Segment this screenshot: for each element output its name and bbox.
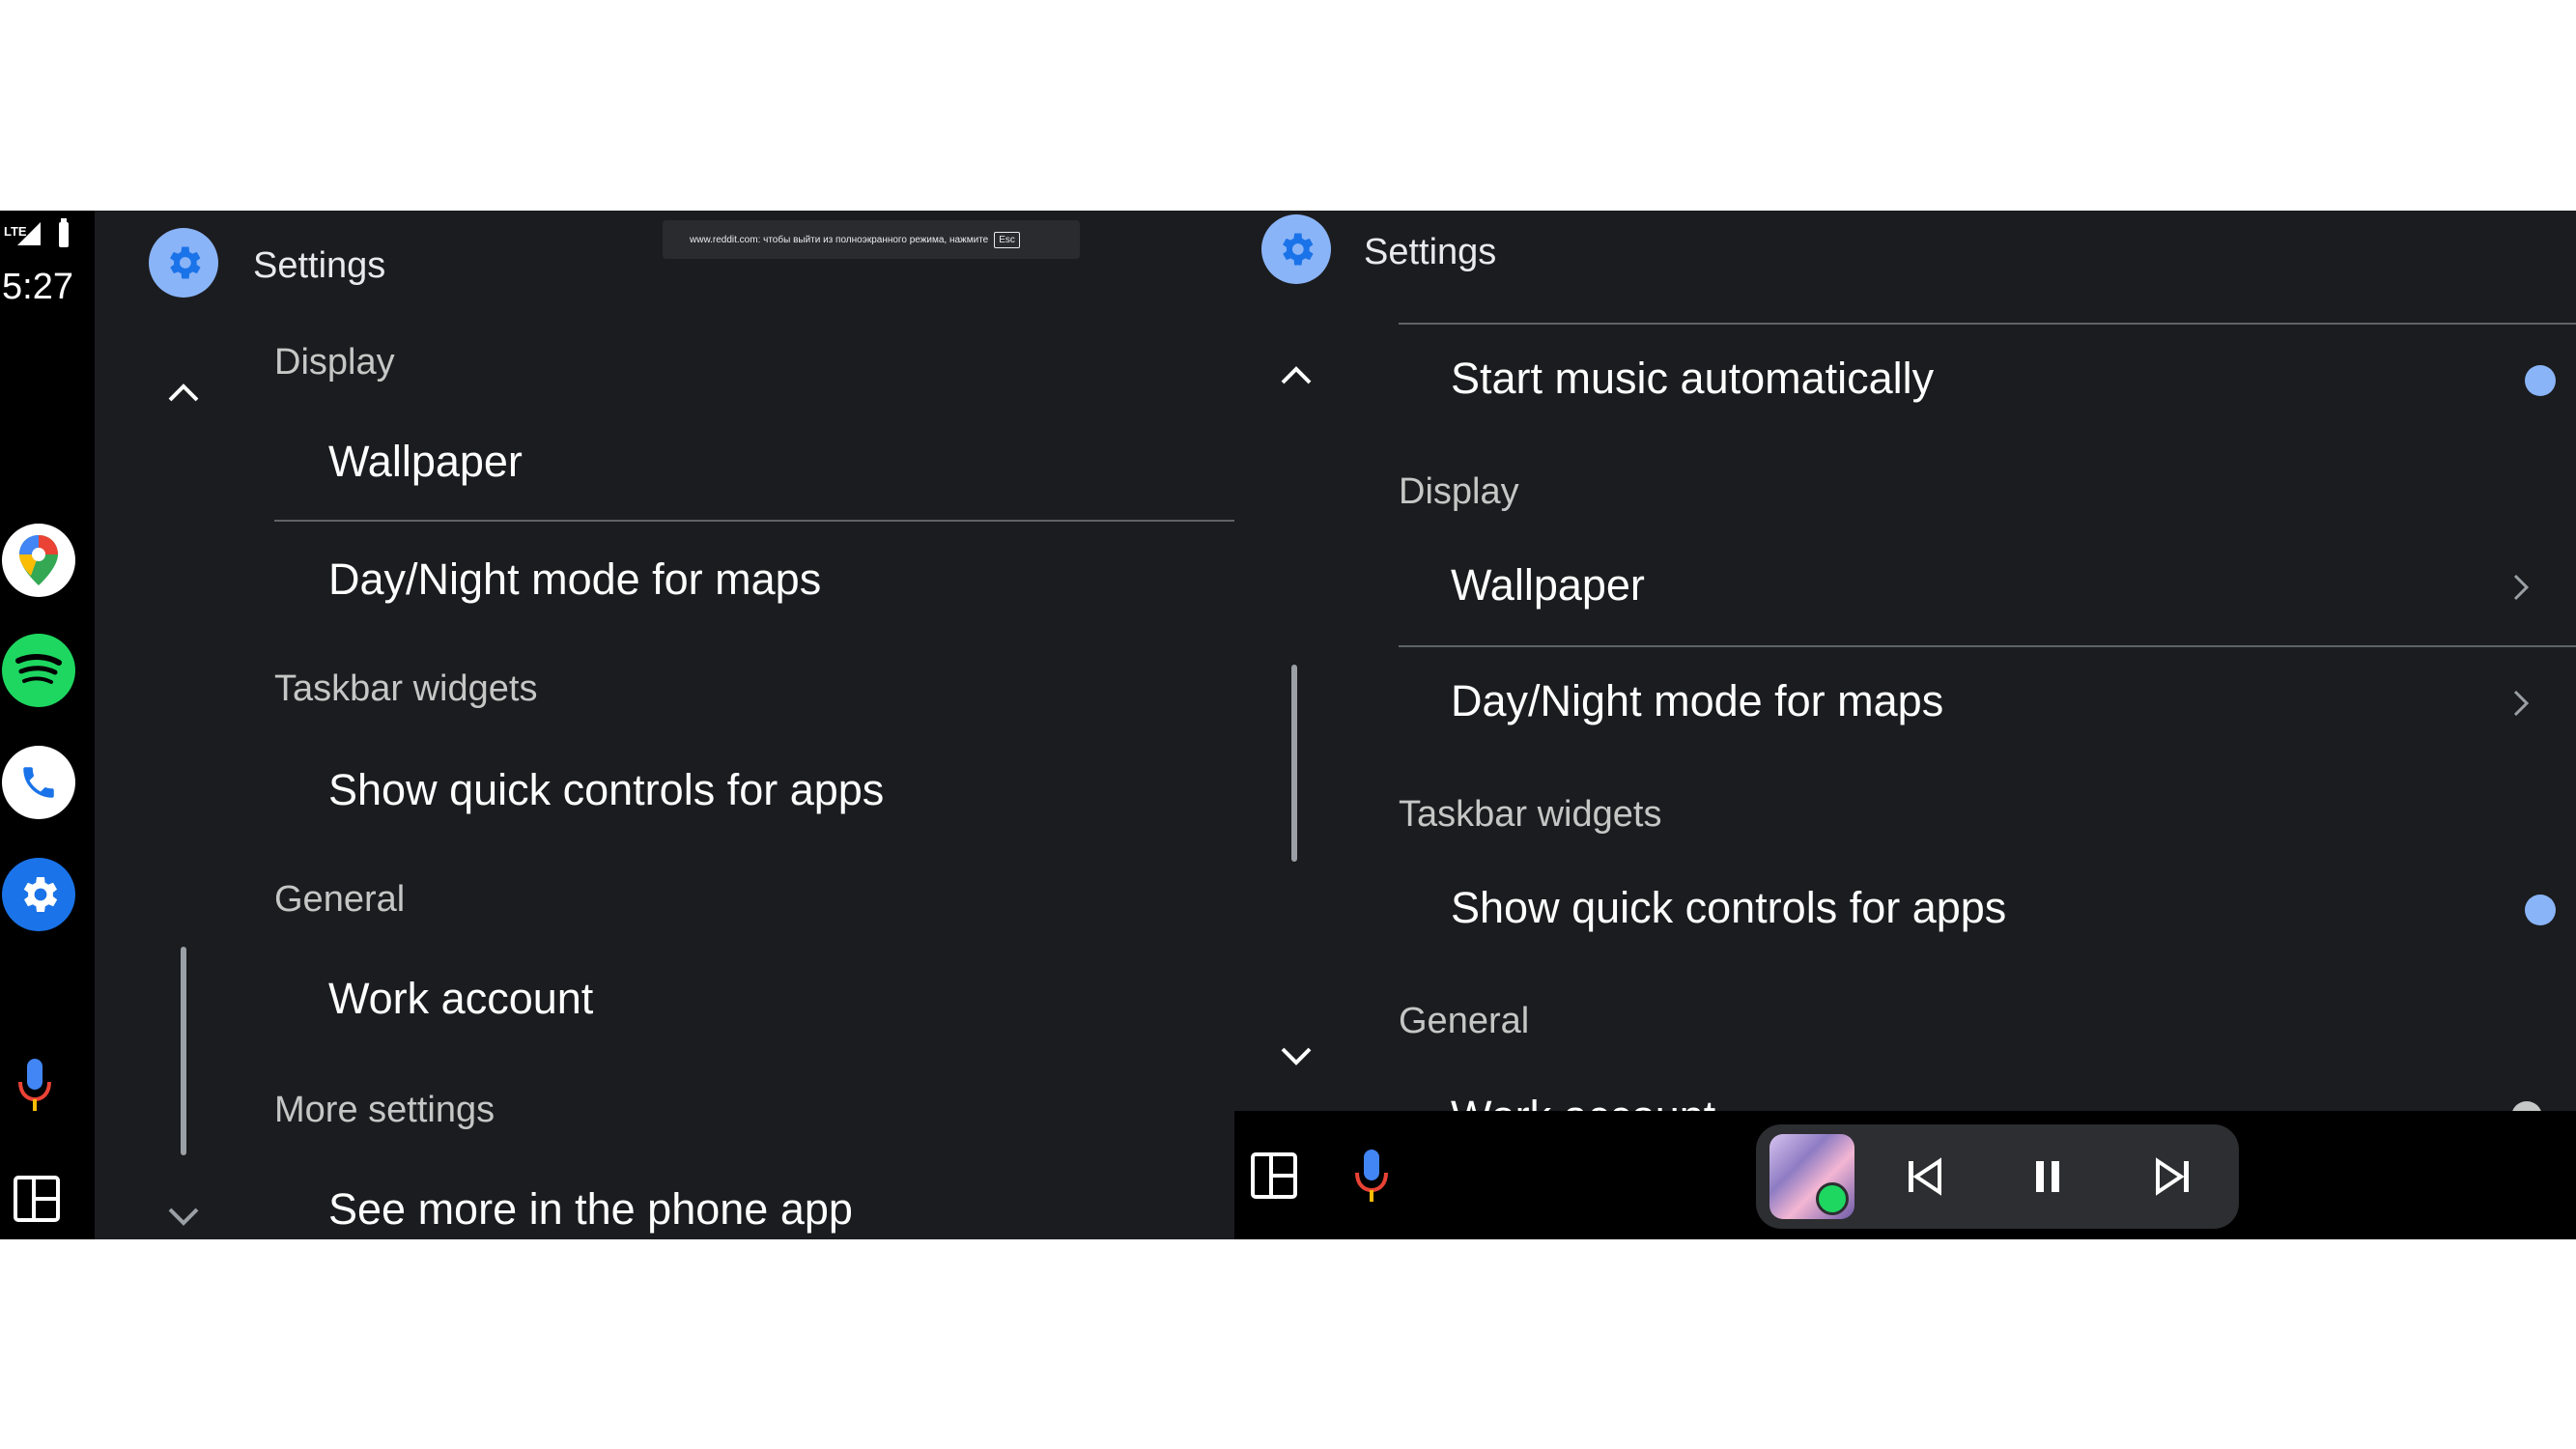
esc-key: Esc [994, 231, 1020, 248]
settings-header-icon [149, 228, 218, 298]
section-taskbar-widgets: Taskbar widgets [1399, 794, 1662, 835]
setting-wallpaper[interactable]: Wallpaper [328, 437, 523, 487]
divider [1399, 645, 2576, 647]
maps-icon[interactable] [2, 524, 75, 597]
battery-icon [59, 218, 69, 247]
divider [274, 520, 1234, 522]
setting-quick-controls[interactable]: Show quick controls for apps [328, 765, 884, 815]
next-track-button[interactable] [2150, 1153, 2196, 1200]
section-taskbar-widgets: Taskbar widgets [274, 668, 538, 709]
scroll-down-button[interactable] [164, 1198, 203, 1236]
header-divider [1399, 323, 2576, 325]
taskbar [1234, 1111, 2576, 1239]
setting-start-music[interactable]: Start music automatically [1451, 354, 1934, 404]
dashboard-grid-icon[interactable] [13, 1175, 61, 1228]
setting-work-account[interactable]: Work account [328, 974, 593, 1024]
spotify-badge-icon [1816, 1182, 1849, 1215]
section-display: Display [1399, 471, 1519, 512]
setting-day-night-mode[interactable]: Day/Night mode for maps [328, 554, 821, 605]
phone-icon[interactable] [2, 746, 75, 819]
app-rail: LTE 5:27 [0, 211, 95, 1239]
settings-header-icon [1261, 214, 1331, 284]
status-bar: LTE [2, 216, 89, 255]
quick-controls-toggle[interactable] [2525, 895, 2556, 925]
setting-quick-controls[interactable]: Show quick controls for apps [1451, 883, 2006, 933]
clock: 5:27 [2, 267, 73, 307]
scroll-up-button[interactable] [164, 373, 203, 412]
left-settings-panel: Settings www.reddit.com: чтобы выйти из … [95, 211, 1234, 1239]
settings-icon[interactable] [2, 858, 75, 931]
dashboard-grid-icon[interactable] [1250, 1151, 1298, 1205]
spotify-icon[interactable] [2, 634, 75, 707]
section-more-settings: More settings [274, 1090, 495, 1130]
banner-text: www.reddit.com: чтобы выйти из полноэкра… [690, 234, 989, 245]
fullscreen-banner: www.reddit.com: чтобы выйти из полноэкра… [663, 220, 1080, 259]
mic-icon[interactable] [15, 1057, 54, 1120]
scroll-down-button[interactable] [1277, 1037, 1316, 1076]
mic-icon[interactable] [1352, 1148, 1391, 1210]
section-general: General [1399, 1001, 1530, 1041]
right-settings-panel: Settings Start music automatically Displ… [1234, 211, 2576, 1239]
page-title: Settings [1364, 232, 1497, 272]
chevron-right-icon [2506, 568, 2535, 607]
scrollbar[interactable] [181, 947, 186, 1155]
setting-day-night-mode[interactable]: Day/Night mode for maps [1451, 676, 1943, 726]
media-controls [1756, 1124, 2239, 1229]
android-auto-screen: LTE 5:27 Settings www.reddit.com: чтобы … [0, 211, 2576, 1239]
previous-track-button[interactable] [1901, 1153, 1947, 1200]
signal-icon [17, 222, 41, 245]
chevron-right-icon [2506, 684, 2535, 723]
page-title: Settings [253, 245, 386, 286]
section-display: Display [274, 342, 395, 383]
scrollbar[interactable] [1291, 665, 1297, 862]
pause-button[interactable] [2024, 1153, 2071, 1200]
start-music-toggle[interactable] [2525, 365, 2556, 396]
section-general: General [274, 879, 406, 920]
setting-see-more[interactable]: See more in the phone app [328, 1184, 853, 1235]
setting-wallpaper[interactable]: Wallpaper [1451, 560, 1645, 611]
scroll-up-button[interactable] [1277, 355, 1316, 394]
